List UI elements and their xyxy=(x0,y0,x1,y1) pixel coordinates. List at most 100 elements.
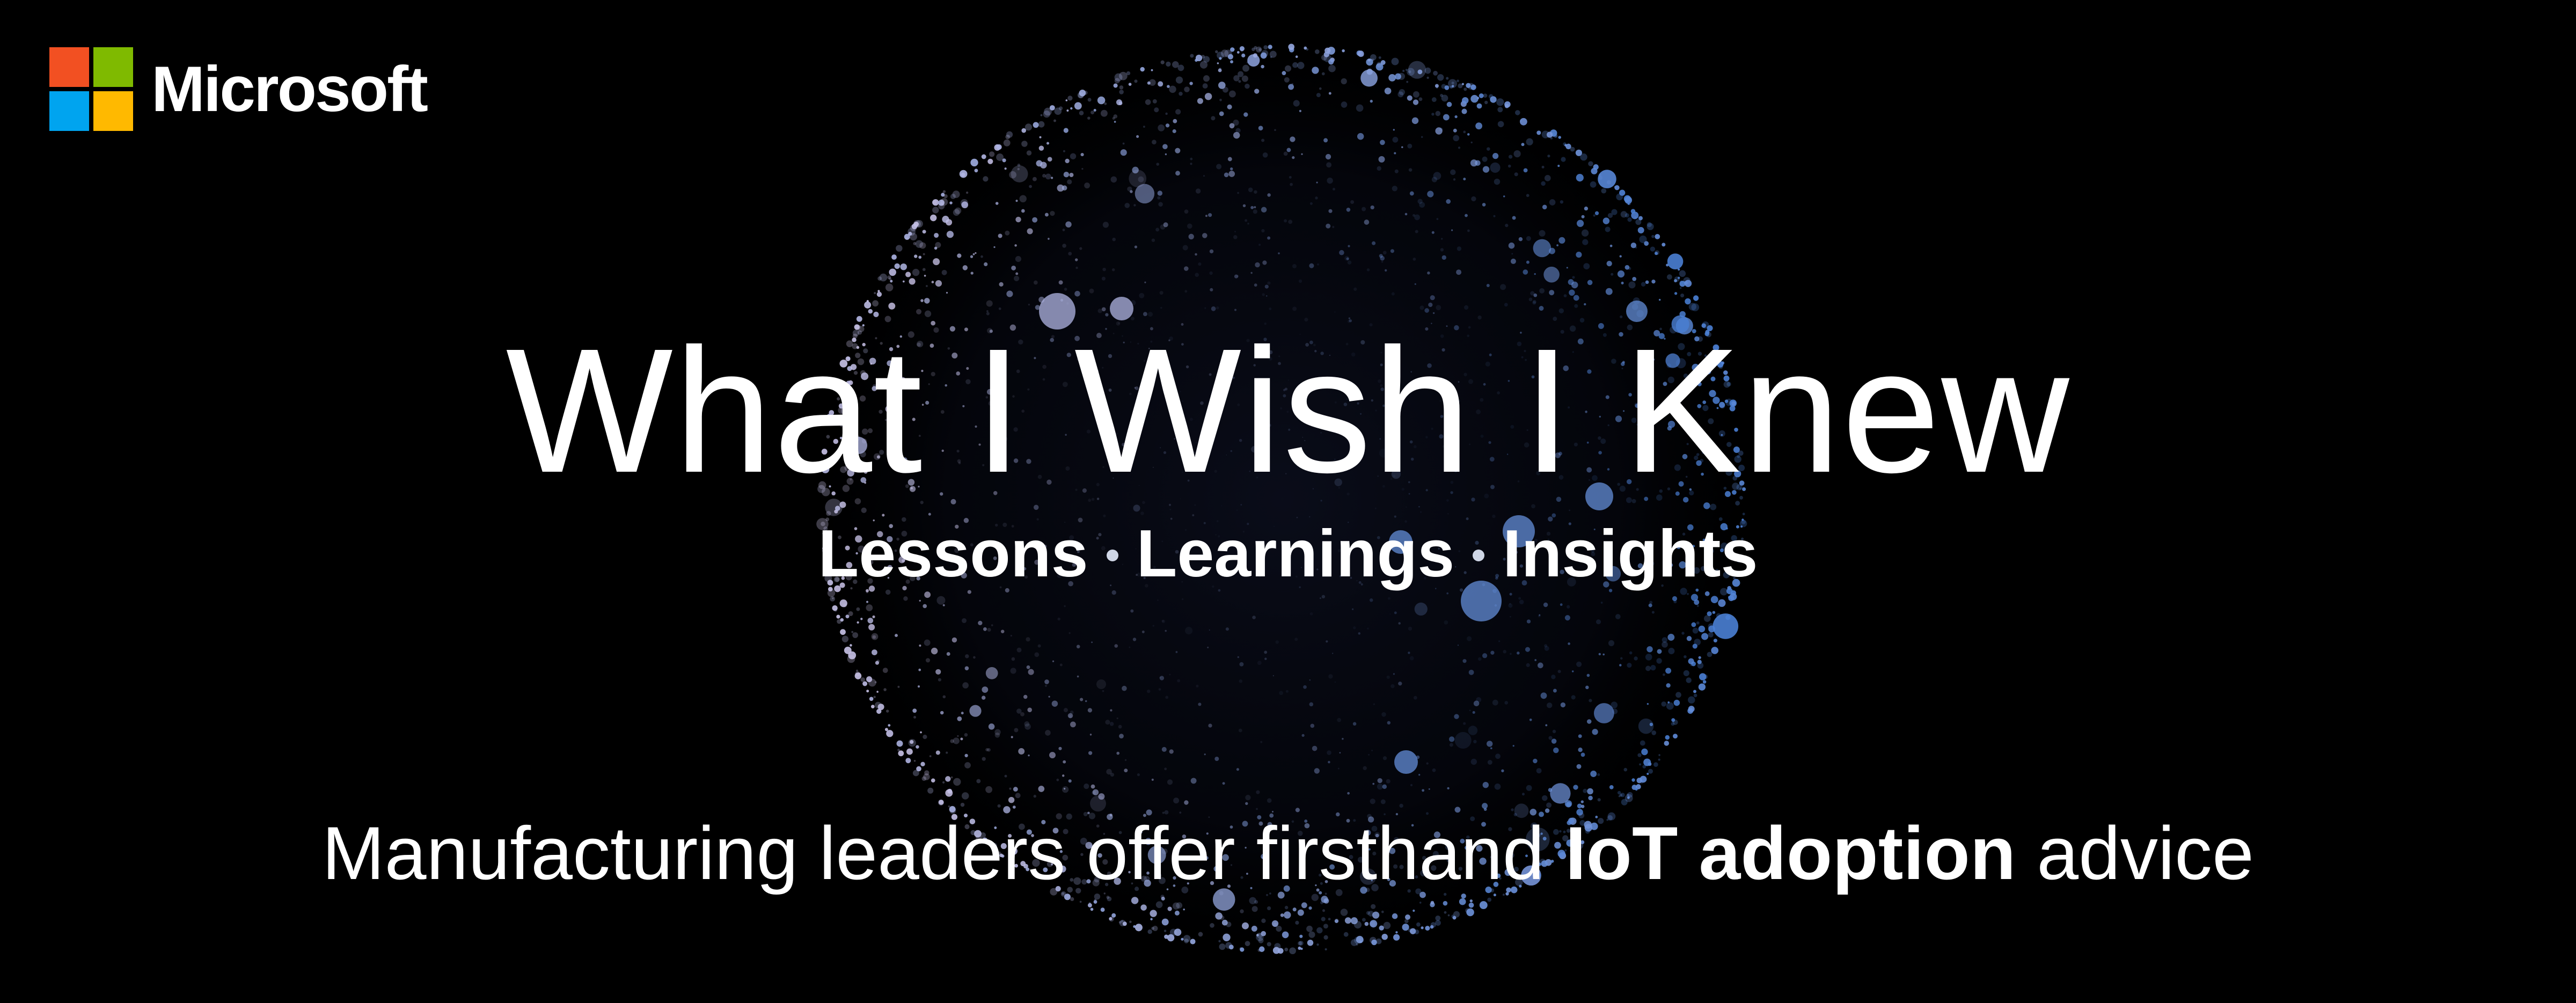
globe-particle xyxy=(1693,693,1697,698)
tagline-suffix: advice xyxy=(2016,811,2254,895)
globe-particle xyxy=(1070,721,1076,728)
globe-particle xyxy=(1580,752,1585,757)
globe-particle xyxy=(1662,641,1668,648)
globe-particle xyxy=(1350,917,1358,925)
globe-particle xyxy=(1161,896,1165,901)
globe-particle xyxy=(1325,153,1331,160)
globe-particle xyxy=(1576,219,1584,227)
globe-particle xyxy=(1378,156,1385,163)
globe-particle xyxy=(1247,223,1249,225)
globe-particle xyxy=(975,252,977,254)
globe-particle xyxy=(1435,920,1441,926)
globe-particle xyxy=(887,275,891,280)
globe-particle xyxy=(1166,61,1171,67)
globe-particle xyxy=(1299,934,1303,938)
globe-particle xyxy=(1572,276,1575,279)
globe-particle xyxy=(1328,674,1333,679)
globe-particle xyxy=(1692,627,1699,634)
globe-particle xyxy=(1227,157,1232,162)
globe-particle xyxy=(1009,787,1012,790)
globe-particle xyxy=(1569,509,1571,511)
globe-particle xyxy=(1328,59,1334,65)
globe-particle xyxy=(970,272,974,275)
globe-particle xyxy=(1557,165,1560,167)
globe-particle xyxy=(856,607,860,611)
globe-particle xyxy=(1270,56,1272,58)
globe-particle xyxy=(914,254,918,258)
tagline-emphasis: IoT adoption xyxy=(1565,811,2016,895)
globe-particle xyxy=(1011,657,1015,661)
globe-particle xyxy=(1713,613,1739,639)
globe-particle xyxy=(1239,662,1244,667)
globe-particle xyxy=(930,214,937,222)
globe-particle xyxy=(970,255,974,258)
globe-particle xyxy=(1197,98,1203,104)
globe-particle xyxy=(1357,50,1364,57)
globe-particle xyxy=(1453,128,1457,133)
globe-particle xyxy=(1358,632,1361,635)
globe-particle xyxy=(1251,926,1257,932)
globe-particle xyxy=(1033,122,1039,128)
globe-particle xyxy=(897,749,900,751)
globe-particle xyxy=(1343,932,1349,937)
globe-particle xyxy=(1463,87,1467,91)
globe-particle xyxy=(1679,270,1686,277)
globe-particle xyxy=(1511,253,1513,255)
globe-particle xyxy=(911,223,918,230)
globe-particle xyxy=(1286,148,1291,152)
globe-particle xyxy=(1337,767,1340,770)
globe-particle xyxy=(1472,711,1475,714)
globe-particle xyxy=(869,697,874,701)
globe-particle xyxy=(1205,215,1208,217)
globe-particle xyxy=(1414,602,1428,616)
globe-particle xyxy=(1665,735,1670,740)
globe-particle xyxy=(1362,918,1366,922)
globe-particle xyxy=(1427,271,1430,275)
globe-particle xyxy=(1323,138,1328,143)
globe-particle xyxy=(931,778,935,783)
globe-particle xyxy=(1648,603,1652,607)
globe-particle xyxy=(1699,673,1707,680)
globe-particle xyxy=(1597,773,1600,777)
globe-particle xyxy=(1510,258,1516,264)
globe-particle xyxy=(1549,290,1555,296)
globe-particle xyxy=(1000,629,1005,633)
globe-particle xyxy=(1430,295,1435,301)
globe-particle xyxy=(1541,165,1545,169)
globe-particle xyxy=(1101,307,1106,312)
globe-particle xyxy=(982,757,986,761)
globe-particle xyxy=(942,695,946,699)
globe-particle xyxy=(981,154,986,159)
globe-particle xyxy=(1319,597,1321,599)
globe-particle xyxy=(1255,262,1260,268)
globe-particle xyxy=(1638,216,1643,221)
globe-particle xyxy=(1470,141,1473,144)
globe-particle xyxy=(1679,287,1682,289)
globe-particle xyxy=(1543,266,1560,283)
globe-particle xyxy=(1367,58,1371,62)
globe-particle xyxy=(1649,601,1653,604)
globe-particle xyxy=(960,802,965,807)
globe-particle xyxy=(1636,778,1642,784)
globe-particle xyxy=(1334,681,1336,683)
globe-particle xyxy=(1679,280,1684,285)
globe-particle xyxy=(1686,677,1692,683)
globe-particle xyxy=(1183,908,1185,911)
globe-particle xyxy=(1382,756,1387,760)
globe-particle xyxy=(935,669,941,675)
globe-particle xyxy=(1392,186,1397,192)
globe-particle xyxy=(1353,626,1356,629)
globe-particle xyxy=(1576,174,1584,182)
globe-particle xyxy=(922,230,926,234)
globe-particle xyxy=(847,655,855,663)
globe-particle xyxy=(888,724,891,727)
globe-particle xyxy=(1341,78,1347,85)
globe-particle xyxy=(1495,753,1501,759)
globe-particle xyxy=(1612,708,1618,714)
globe-particle xyxy=(960,737,963,741)
globe-particle xyxy=(1004,774,1007,778)
globe-particle xyxy=(1102,267,1106,272)
globe-particle xyxy=(1016,647,1022,653)
globe-particle xyxy=(902,280,905,283)
globe-particle xyxy=(1222,782,1225,785)
